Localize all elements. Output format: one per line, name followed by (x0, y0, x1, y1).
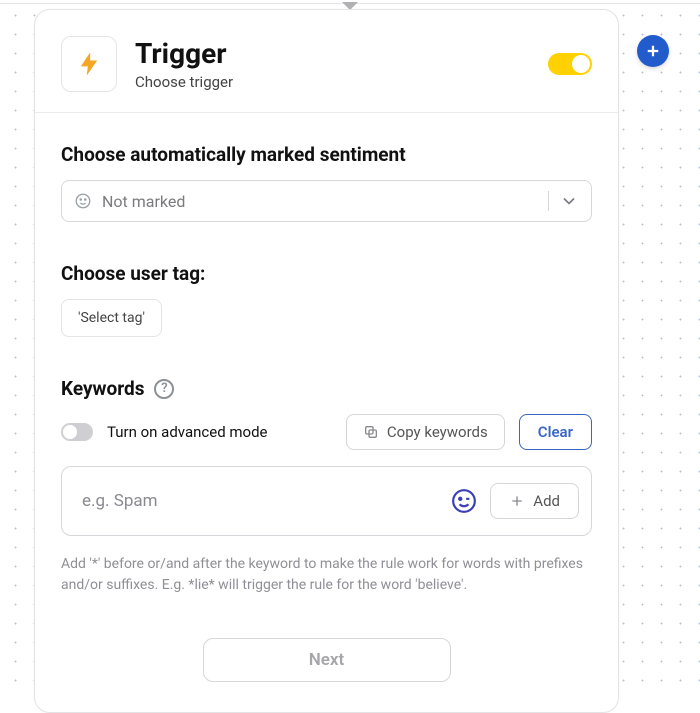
smiley-icon (74, 192, 92, 210)
advanced-mode-label: Turn on advanced mode (107, 423, 332, 441)
plus-icon (644, 42, 662, 60)
sentiment-label: Choose automatically marked sentiment (61, 143, 592, 166)
keyword-input[interactable] (82, 491, 450, 511)
next-button[interactable]: Next (203, 638, 451, 682)
copy-icon (363, 424, 379, 440)
keyword-input-box: Add (61, 466, 592, 536)
keywords-label: Keywords (61, 377, 144, 400)
chevron-down-icon (559, 191, 579, 211)
clear-button[interactable]: Clear (519, 414, 592, 450)
advanced-mode-toggle[interactable] (61, 423, 93, 441)
sentiment-value: Not marked (102, 192, 185, 211)
trigger-enable-toggle[interactable] (548, 53, 592, 75)
keyword-hint: Add '*' before or/and after the keyword … (61, 554, 592, 596)
add-keyword-button[interactable]: Add (490, 483, 579, 519)
page-title: Trigger (135, 37, 233, 71)
clear-label: Clear (538, 423, 573, 441)
next-label: Next (309, 650, 345, 670)
sentiment-select[interactable]: Not marked (61, 180, 592, 222)
card-body: Choose automatically marked sentiment No… (35, 113, 618, 712)
floating-add-button[interactable] (637, 35, 669, 67)
card-header: Trigger Choose trigger (35, 10, 618, 112)
emoji-picker-button[interactable] (450, 487, 478, 515)
copy-keywords-label: Copy keywords (387, 423, 488, 441)
toggle-knob (572, 55, 590, 73)
trigger-icon-box (61, 36, 117, 92)
help-icon[interactable]: ? (154, 379, 174, 399)
plus-icon (509, 493, 525, 509)
select-separator (548, 191, 549, 211)
trigger-card: Trigger Choose trigger Choose automatica… (34, 9, 619, 713)
bolt-icon (75, 50, 103, 78)
wink-emoji-icon (451, 488, 477, 514)
copy-keywords-button[interactable]: Copy keywords (346, 414, 505, 450)
header-text: Trigger Choose trigger (135, 37, 233, 91)
toggle-knob (63, 425, 77, 439)
page-subtitle: Choose trigger (135, 73, 233, 91)
user-tag-select[interactable]: 'Select tag' (61, 299, 162, 337)
add-label: Add (533, 492, 560, 510)
user-tag-label: Choose user tag: (61, 262, 592, 285)
